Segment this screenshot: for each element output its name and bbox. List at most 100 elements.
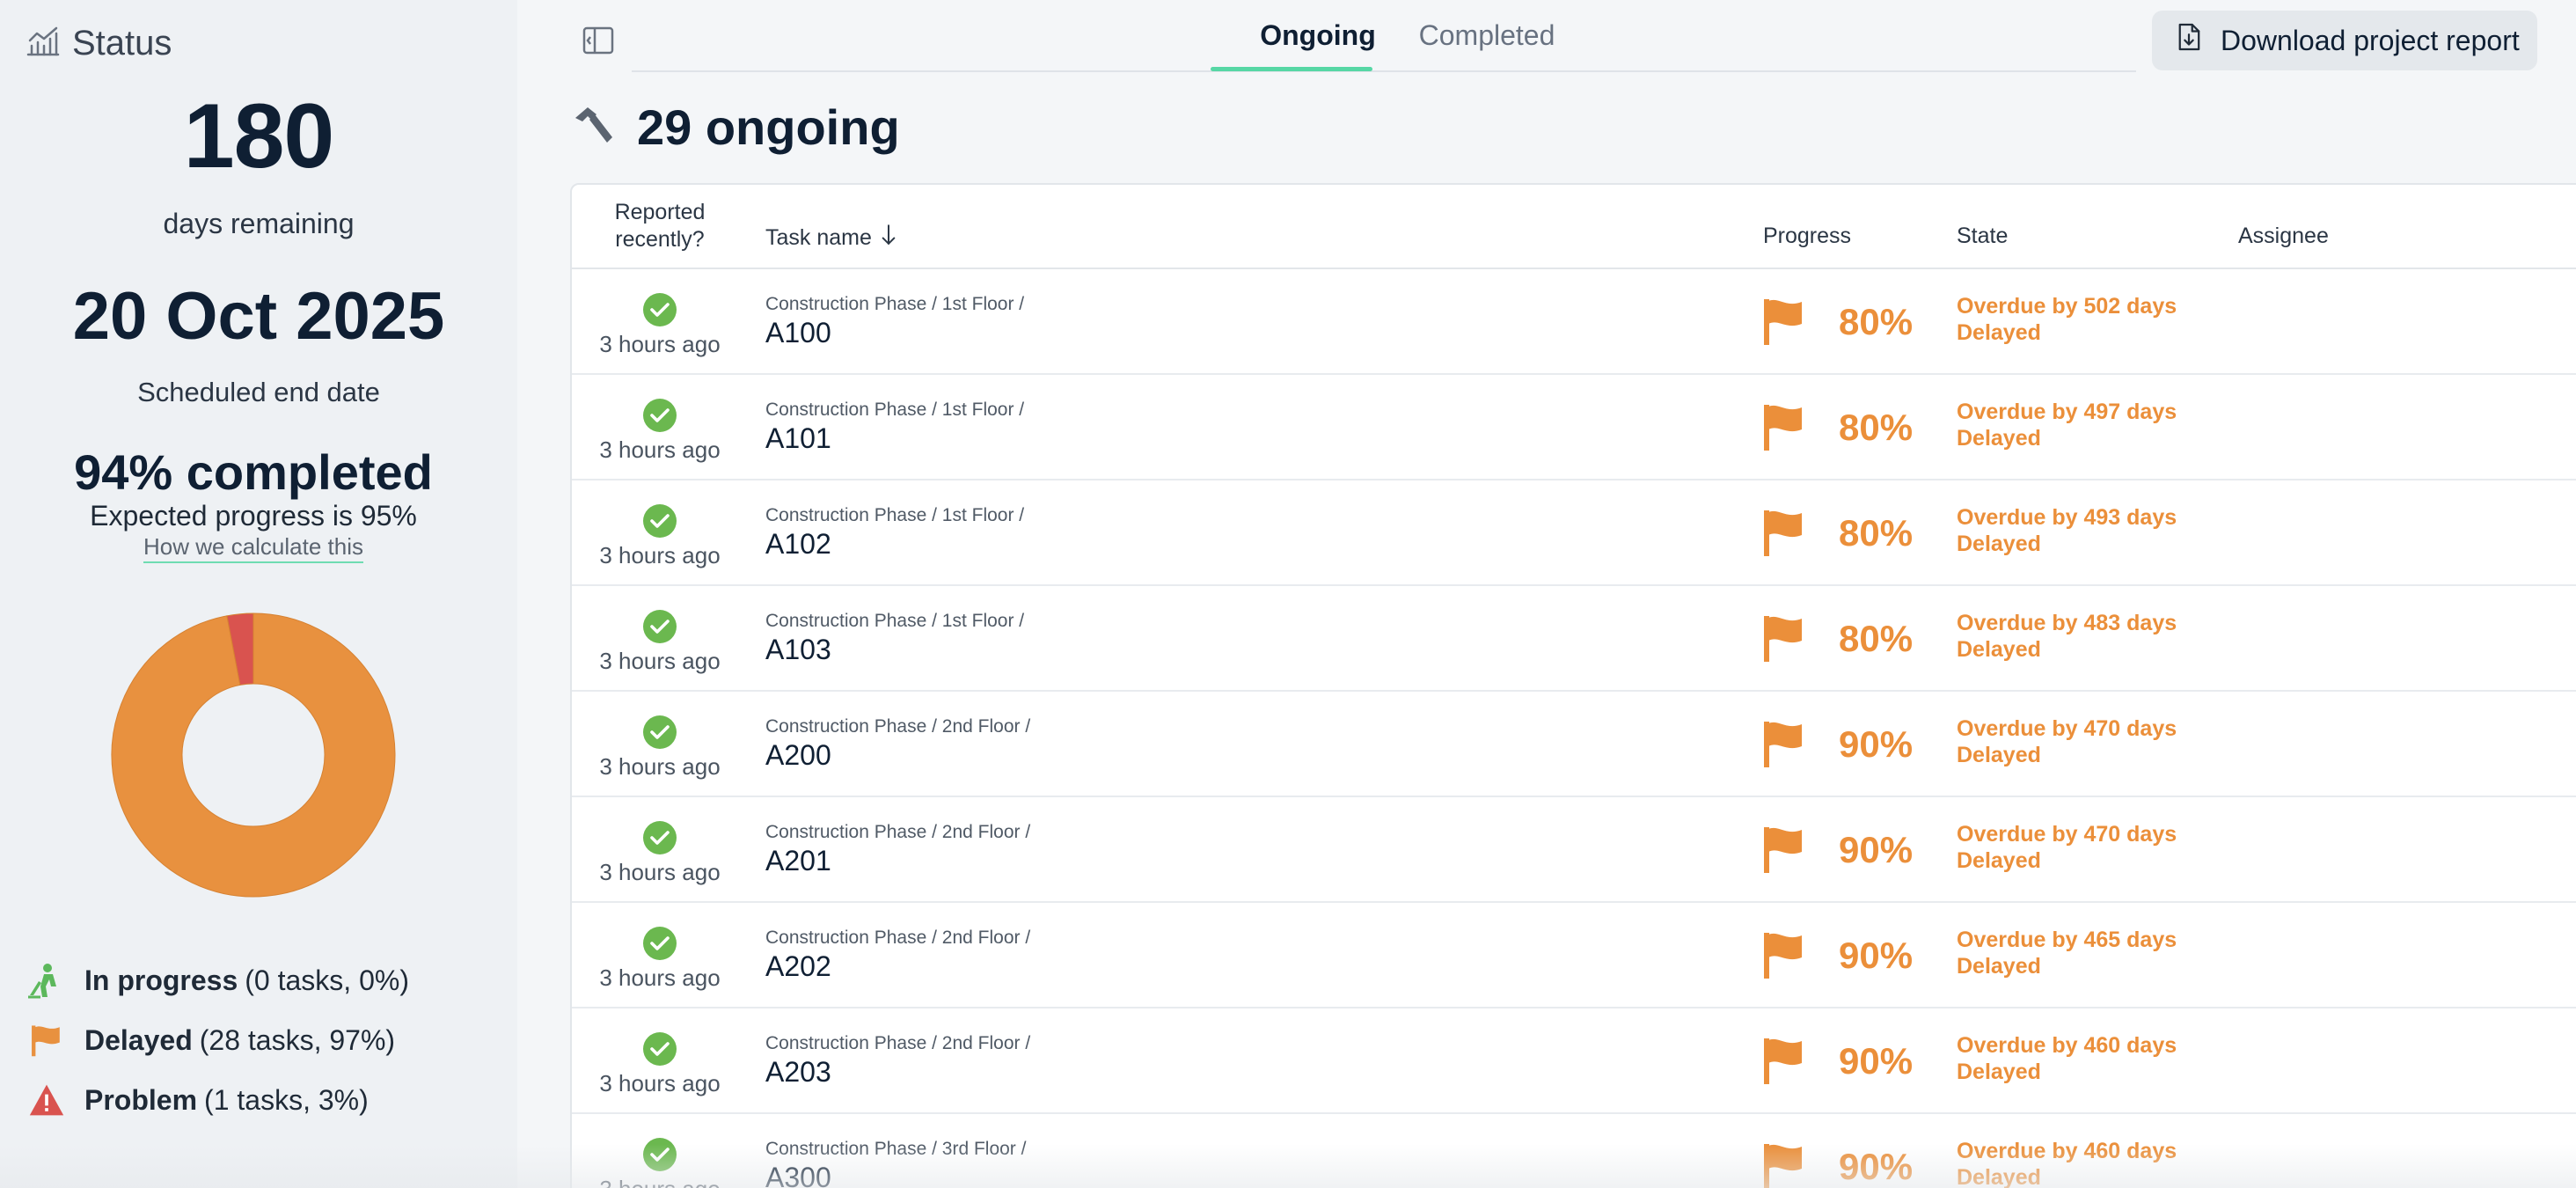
- progress-percent: 80%: [1839, 512, 1914, 554]
- table-row[interactable]: 3 hours ago Construction Phase / 3rd Flo…: [572, 1114, 2576, 1188]
- overdue-text: Overdue by 465 days: [1957, 928, 2177, 952]
- progress-percent: 80%: [1839, 618, 1914, 659]
- download-report-button[interactable]: Download project report: [2152, 11, 2537, 70]
- sidebar-collapse-button[interactable]: [581, 25, 616, 56]
- reported-time: 3 hours ago: [599, 964, 721, 991]
- table-row[interactable]: 3 hours ago Construction Phase / 2nd Flo…: [572, 692, 2576, 797]
- table-row[interactable]: 3 hours ago Construction Phase / 1st Flo…: [572, 269, 2576, 375]
- app-root: Status 180 days remaining 20 Oct 2025 Sc…: [0, 0, 2576, 1188]
- flag-icon: [1761, 720, 1805, 769]
- task-name: A102: [765, 528, 831, 560]
- header-task-label: Task name: [765, 225, 872, 250]
- reported-time: 3 hours ago: [599, 331, 721, 357]
- download-report-label: Download project report: [2221, 24, 2520, 56]
- check-circle-icon: [642, 820, 677, 855]
- legend-detail: (28 tasks, 97%): [199, 1023, 396, 1056]
- task-name: A201: [765, 845, 831, 876]
- hammer-icon: [570, 102, 616, 152]
- completed-percent: 94% completed: [74, 444, 433, 500]
- progress-percent: 80%: [1839, 407, 1914, 448]
- task-path: Construction Phase / 3rd Floor /: [765, 1139, 1027, 1159]
- overdue-text: Overdue by 470 days: [1957, 822, 2177, 847]
- table-row[interactable]: 3 hours ago Construction Phase / 1st Flo…: [572, 375, 2576, 480]
- table-row[interactable]: 3 hours ago Construction Phase / 2nd Flo…: [572, 1008, 2576, 1114]
- legend-delayed: Delayed (28 tasks, 97%): [26, 1010, 409, 1070]
- state-text: Delayed: [1957, 637, 2041, 662]
- header-assignee: Assignee: [2238, 224, 2329, 248]
- task-path: Construction Phase / 1st Floor /: [765, 505, 1025, 525]
- table-header: Reported recently? Task name Progress St…: [572, 185, 2576, 269]
- header-task-name[interactable]: Task name: [765, 224, 896, 253]
- flag-icon: [1761, 1037, 1805, 1086]
- check-circle-icon: [642, 1137, 677, 1172]
- state-text: Delayed: [1957, 743, 2041, 767]
- check-circle-icon: [642, 715, 677, 750]
- table-row[interactable]: 3 hours ago Construction Phase / 1st Flo…: [572, 586, 2576, 692]
- state-text: Delayed: [1957, 532, 2041, 556]
- table-row[interactable]: 3 hours ago Construction Phase / 2nd Flo…: [572, 903, 2576, 1008]
- overdue-text: Overdue by 493 days: [1957, 505, 2177, 530]
- progress-percent: 90%: [1839, 935, 1914, 976]
- main-content: Ongoing Completed Download project repor…: [517, 0, 2576, 1188]
- reported-time: 3 hours ago: [599, 859, 721, 885]
- legend-label: Problem: [84, 1083, 198, 1116]
- task-path: Construction Phase / 2nd Floor /: [765, 822, 1031, 842]
- flag-icon: [1761, 403, 1805, 452]
- flag-icon: [1761, 297, 1805, 347]
- legend-detail: (0 tasks, 0%): [245, 964, 409, 996]
- overdue-text: Overdue by 502 days: [1957, 294, 2177, 319]
- tabs-divider: [632, 70, 2136, 72]
- check-circle-icon: [642, 503, 677, 539]
- status-legend: In progress (0 tasks, 0%) Delayed (28 ta…: [26, 950, 409, 1130]
- check-circle-icon: [642, 1031, 677, 1067]
- how-we-calculate-link[interactable]: How we calculate this: [143, 533, 363, 563]
- overdue-text: Overdue by 460 days: [1957, 1139, 2177, 1163]
- worker-icon: [26, 960, 67, 1001]
- reported-time: 3 hours ago: [599, 1070, 721, 1096]
- check-circle-icon: [642, 926, 677, 961]
- task-name: A100: [765, 317, 831, 348]
- overdue-text: Overdue by 460 days: [1957, 1033, 2177, 1058]
- table-row[interactable]: 3 hours ago Construction Phase / 2nd Flo…: [572, 797, 2576, 903]
- state-text: Delayed: [1957, 848, 2041, 873]
- check-circle-icon: [642, 398, 677, 433]
- progress-percent: 90%: [1839, 1040, 1914, 1082]
- progress-percent: 90%: [1839, 723, 1914, 765]
- table-body: 3 hours ago Construction Phase / 1st Flo…: [572, 269, 2576, 1188]
- header-progress: Progress: [1763, 224, 1852, 248]
- overdue-text: Overdue by 483 days: [1957, 611, 2177, 635]
- expected-progress: Expected progress is 95%: [90, 500, 417, 532]
- how-link-wrap: How we calculate this: [0, 533, 507, 563]
- sort-arrow-down-icon: [881, 224, 896, 253]
- chart-icon: [25, 23, 62, 64]
- flag-icon: [1761, 825, 1805, 875]
- flag-icon: [1761, 1142, 1805, 1188]
- task-name: A200: [765, 739, 831, 771]
- state-text: Delayed: [1957, 1060, 2041, 1084]
- state-text: Delayed: [1957, 1165, 2041, 1188]
- active-tab-indicator: [1211, 67, 1372, 71]
- task-path: Construction Phase / 2nd Floor /: [765, 1033, 1031, 1053]
- days-remaining-label: days remaining: [163, 208, 355, 239]
- flag-icon: [1761, 614, 1805, 664]
- reported-time: 3 hours ago: [599, 753, 721, 780]
- legend-in-progress: In progress (0 tasks, 0%): [26, 950, 409, 1010]
- flag-icon: [1761, 931, 1805, 980]
- status-donut-chart: [111, 612, 396, 898]
- overdue-text: Overdue by 497 days: [1957, 400, 2177, 424]
- flag-icon: [1761, 509, 1805, 558]
- sidebar-title: Status: [72, 24, 172, 62]
- progress-percent: 90%: [1839, 829, 1914, 870]
- task-path: Construction Phase / 2nd Floor /: [765, 928, 1031, 948]
- reported-time: 3 hours ago: [599, 436, 721, 463]
- task-name: A101: [765, 422, 831, 454]
- tab-ongoing[interactable]: Ongoing: [1237, 19, 1399, 52]
- progress-percent: 80%: [1839, 301, 1914, 342]
- task-name: A103: [765, 634, 831, 665]
- state-text: Delayed: [1957, 426, 2041, 451]
- page-header: 29 ongoing: [570, 99, 900, 156]
- sidebar-header: Status: [25, 23, 172, 64]
- tab-completed[interactable]: Completed: [1399, 19, 1575, 52]
- table-row[interactable]: 3 hours ago Construction Phase / 1st Flo…: [572, 480, 2576, 586]
- legend-label: Delayed: [84, 1023, 193, 1056]
